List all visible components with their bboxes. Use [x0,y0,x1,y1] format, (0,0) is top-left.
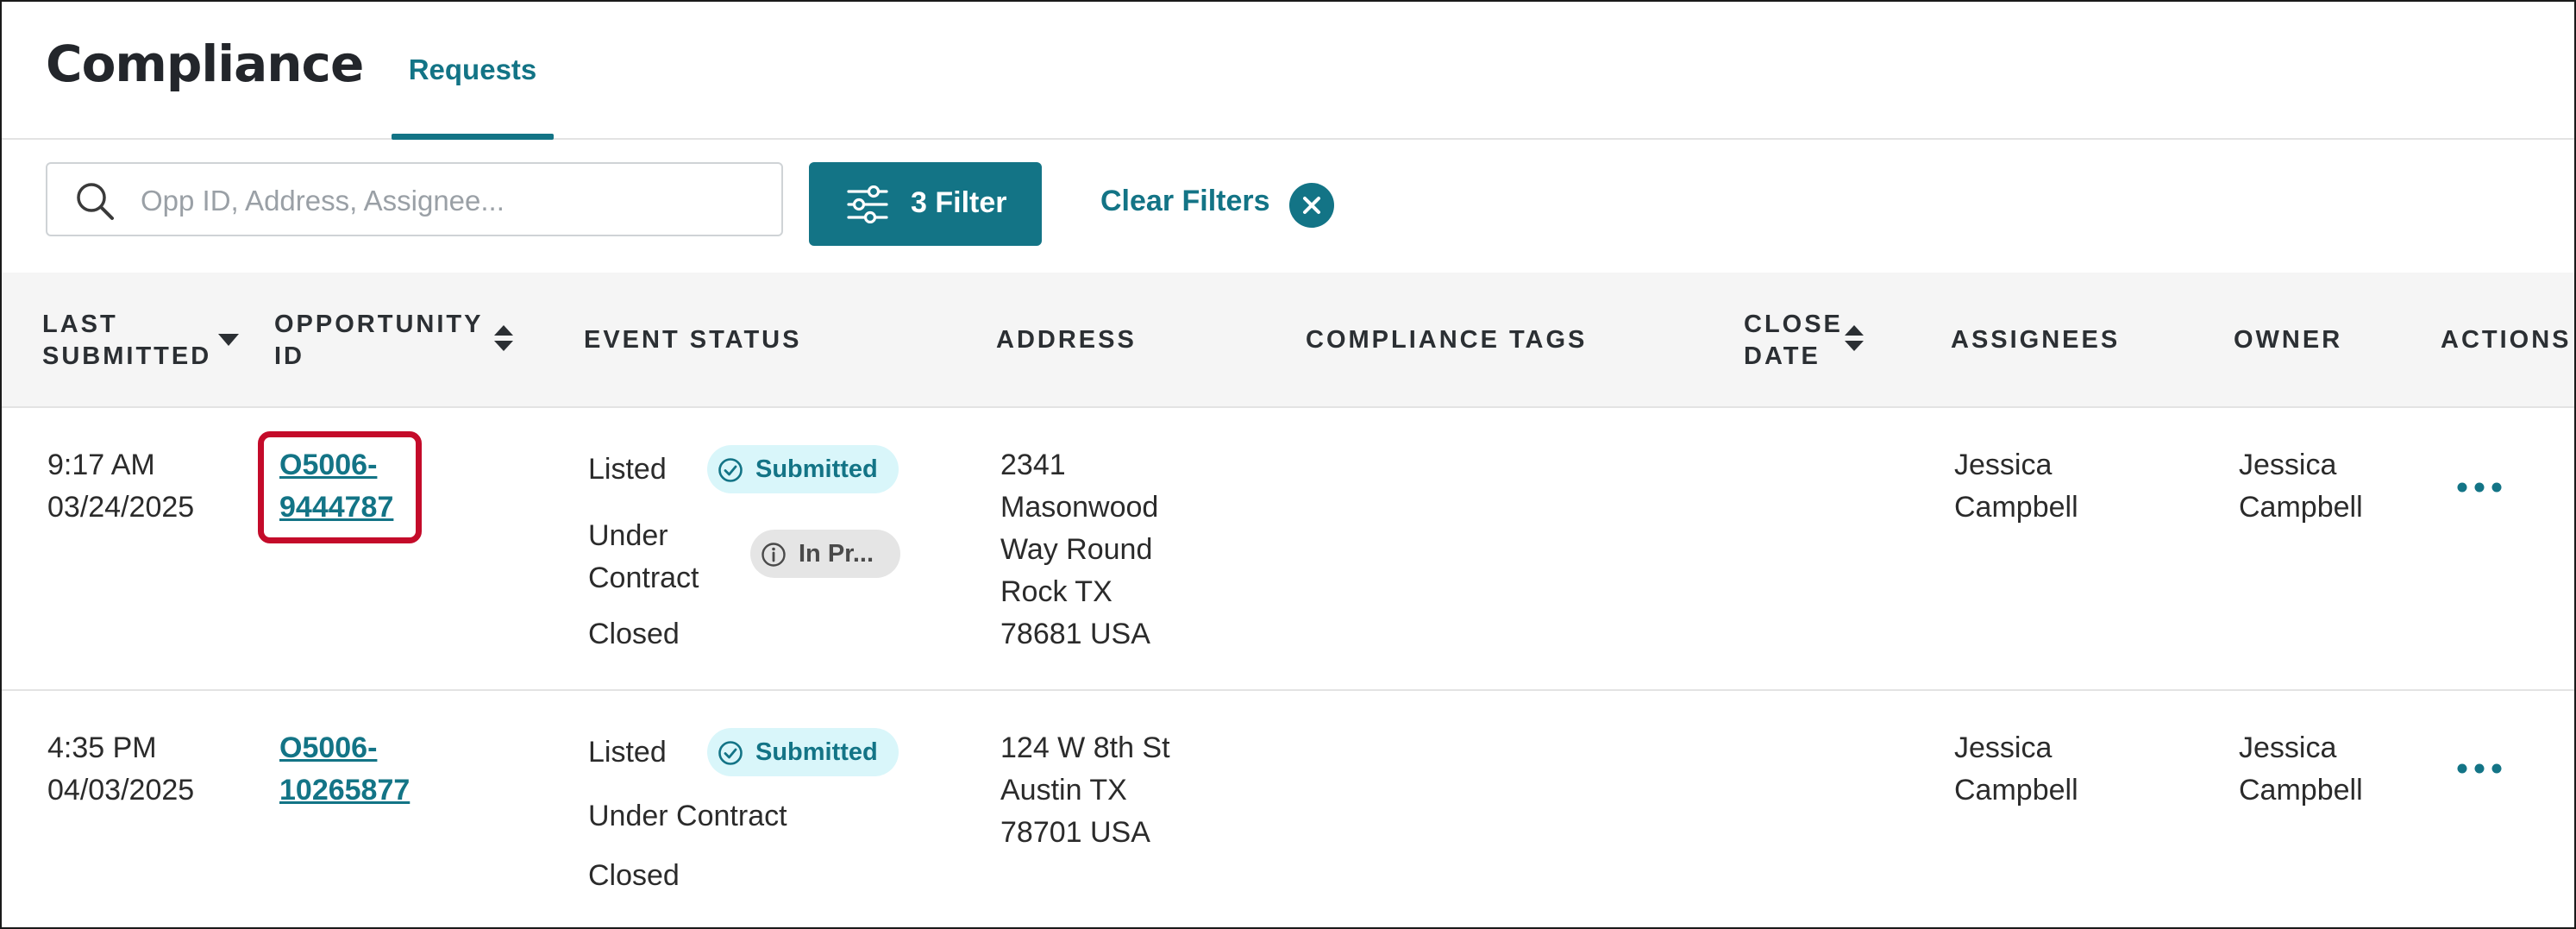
sort-icon[interactable] [493,324,514,352]
column-address: ADDRESS [996,326,1137,354]
status-under-contract-label: Under Contract [588,800,787,832]
opportunity-id-link[interactable]: O5006- 9444787 [279,444,393,529]
status-listed-label: Listed [588,453,667,486]
column-close-date-line2: DATE [1744,342,1821,370]
address-cell: 2341 Masonwood Way Round Rock TX 78681 U… [1000,444,1158,656]
tab-active-indicator [392,134,554,140]
address-line: 124 W 8th St [1000,731,1170,764]
filter-sliders-icon [847,185,888,223]
sort-icon[interactable] [1844,324,1865,352]
table-row: 9:17 AM 03/24/2025 O5006- 9444787 Listed… [2,408,2574,691]
owner-cell: Jessica Campbell [2239,727,2363,812]
sort-desc-icon[interactable] [217,333,240,347]
submitted-time: 9:17 AM [47,449,155,481]
submitted-date: 03/24/2025 [47,491,195,524]
address-line: Rock TX [1000,575,1113,608]
page-title: Compliance [46,35,364,93]
filter-button-label: 3 Filter [911,186,1007,219]
assignee-first-name: Jessica [1954,449,2053,481]
opportunity-id-link[interactable]: O5006- 10265877 [279,727,410,812]
more-horizontal-icon[interactable] [2449,470,2510,505]
in-progress-badge-label: In Pr... [799,540,874,568]
submitted-time: 4:35 PM [47,731,157,764]
opportunity-id-part2: 9444787 [279,491,394,524]
info-circle-icon [762,543,786,567]
search-box [46,162,783,236]
column-owner: OWNER [2234,326,2343,354]
tab-requests[interactable]: Requests [392,2,554,140]
search-input[interactable] [139,176,763,226]
table-row: 4:35 PM 04/03/2025 O5006- 10265877 Liste… [2,691,2574,927]
check-circle-icon [718,458,743,482]
column-actions: ACTIONS [2441,326,2572,354]
owner-last-name: Campbell [2239,774,2363,807]
column-last-submitted-line1: LAST [42,311,118,338]
assignee-first-name: Jessica [1954,731,2053,764]
column-opportunity-id[interactable]: OPPORTUNITY ID [274,309,483,373]
address-line: 78701 USA [1000,816,1150,849]
opportunity-id-part2: 10265877 [279,774,411,807]
owner-cell: Jessica Campbell [2239,444,2363,529]
submitted-badge-label: Submitted [755,455,878,483]
owner-last-name: Campbell [2239,491,2363,524]
close-circle-icon[interactable] [1289,183,1334,228]
app-window: Compliance Requests 3 Filter Clear Filte… [0,0,2576,929]
status-under-contract-line2: Contract [588,562,699,594]
assignee-cell: Jessica Campbell [1954,727,2078,812]
search-icon [77,183,114,220]
submitted-date: 04/03/2025 [47,774,195,807]
address-line: Austin TX [1000,774,1127,807]
opportunity-id-part1: O5006- [279,731,378,764]
status-under-contract-label: Under Contract [588,515,699,599]
table-header: LAST SUBMITTED OPPORTUNITY ID EVENT STAT… [2,273,2574,408]
in-progress-badge: In Pr... [750,530,900,578]
column-assignees: ASSIGNEES [1951,326,2121,354]
submitted-badge: Submitted [707,445,899,493]
column-close-date-line1: CLOSE [1744,311,1843,338]
submitted-badge-label: Submitted [755,738,878,766]
address-line: Way Round [1000,533,1153,566]
opportunity-id-part1: O5006- [279,449,378,481]
column-last-submitted-line2: SUBMITTED [42,342,212,370]
column-opportunity-id-line2: ID [274,342,304,370]
status-under-contract-line1: Under [588,519,668,552]
owner-first-name: Jessica [2239,449,2337,481]
column-close-date[interactable]: CLOSE DATE [1744,309,1843,373]
column-compliance-tags: COMPLIANCE TAGS [1306,326,1588,354]
address-line: Masonwood [1000,491,1159,524]
status-closed-label: Closed [588,618,680,650]
last-submitted-cell: 9:17 AM 03/24/2025 [47,444,194,529]
app-header: Compliance Requests [2,2,2574,140]
status-closed-label: Closed [588,859,680,892]
column-last-submitted[interactable]: LAST SUBMITTED [42,309,211,373]
assignee-cell: Jessica Campbell [1954,444,2078,529]
more-horizontal-icon[interactable] [2449,751,2510,786]
clear-filters-link[interactable]: Clear Filters [1100,185,1270,218]
column-opportunity-id-line1: OPPORTUNITY [274,311,484,338]
filter-button[interactable]: 3 Filter [809,162,1042,246]
assignee-last-name: Campbell [1954,774,2078,807]
last-submitted-cell: 4:35 PM 04/03/2025 [47,727,194,812]
status-listed-label: Listed [588,736,667,769]
check-circle-icon [718,741,743,765]
address-cell: 124 W 8th St Austin TX 78701 USA [1000,727,1170,854]
tab-requests-label: Requests [408,53,537,85]
column-event-status: EVENT STATUS [584,326,802,354]
address-line: 2341 [1000,449,1066,481]
owner-first-name: Jessica [2239,731,2337,764]
submitted-badge: Submitted [707,728,899,776]
address-line: 78681 USA [1000,618,1150,650]
assignee-last-name: Campbell [1954,491,2078,524]
